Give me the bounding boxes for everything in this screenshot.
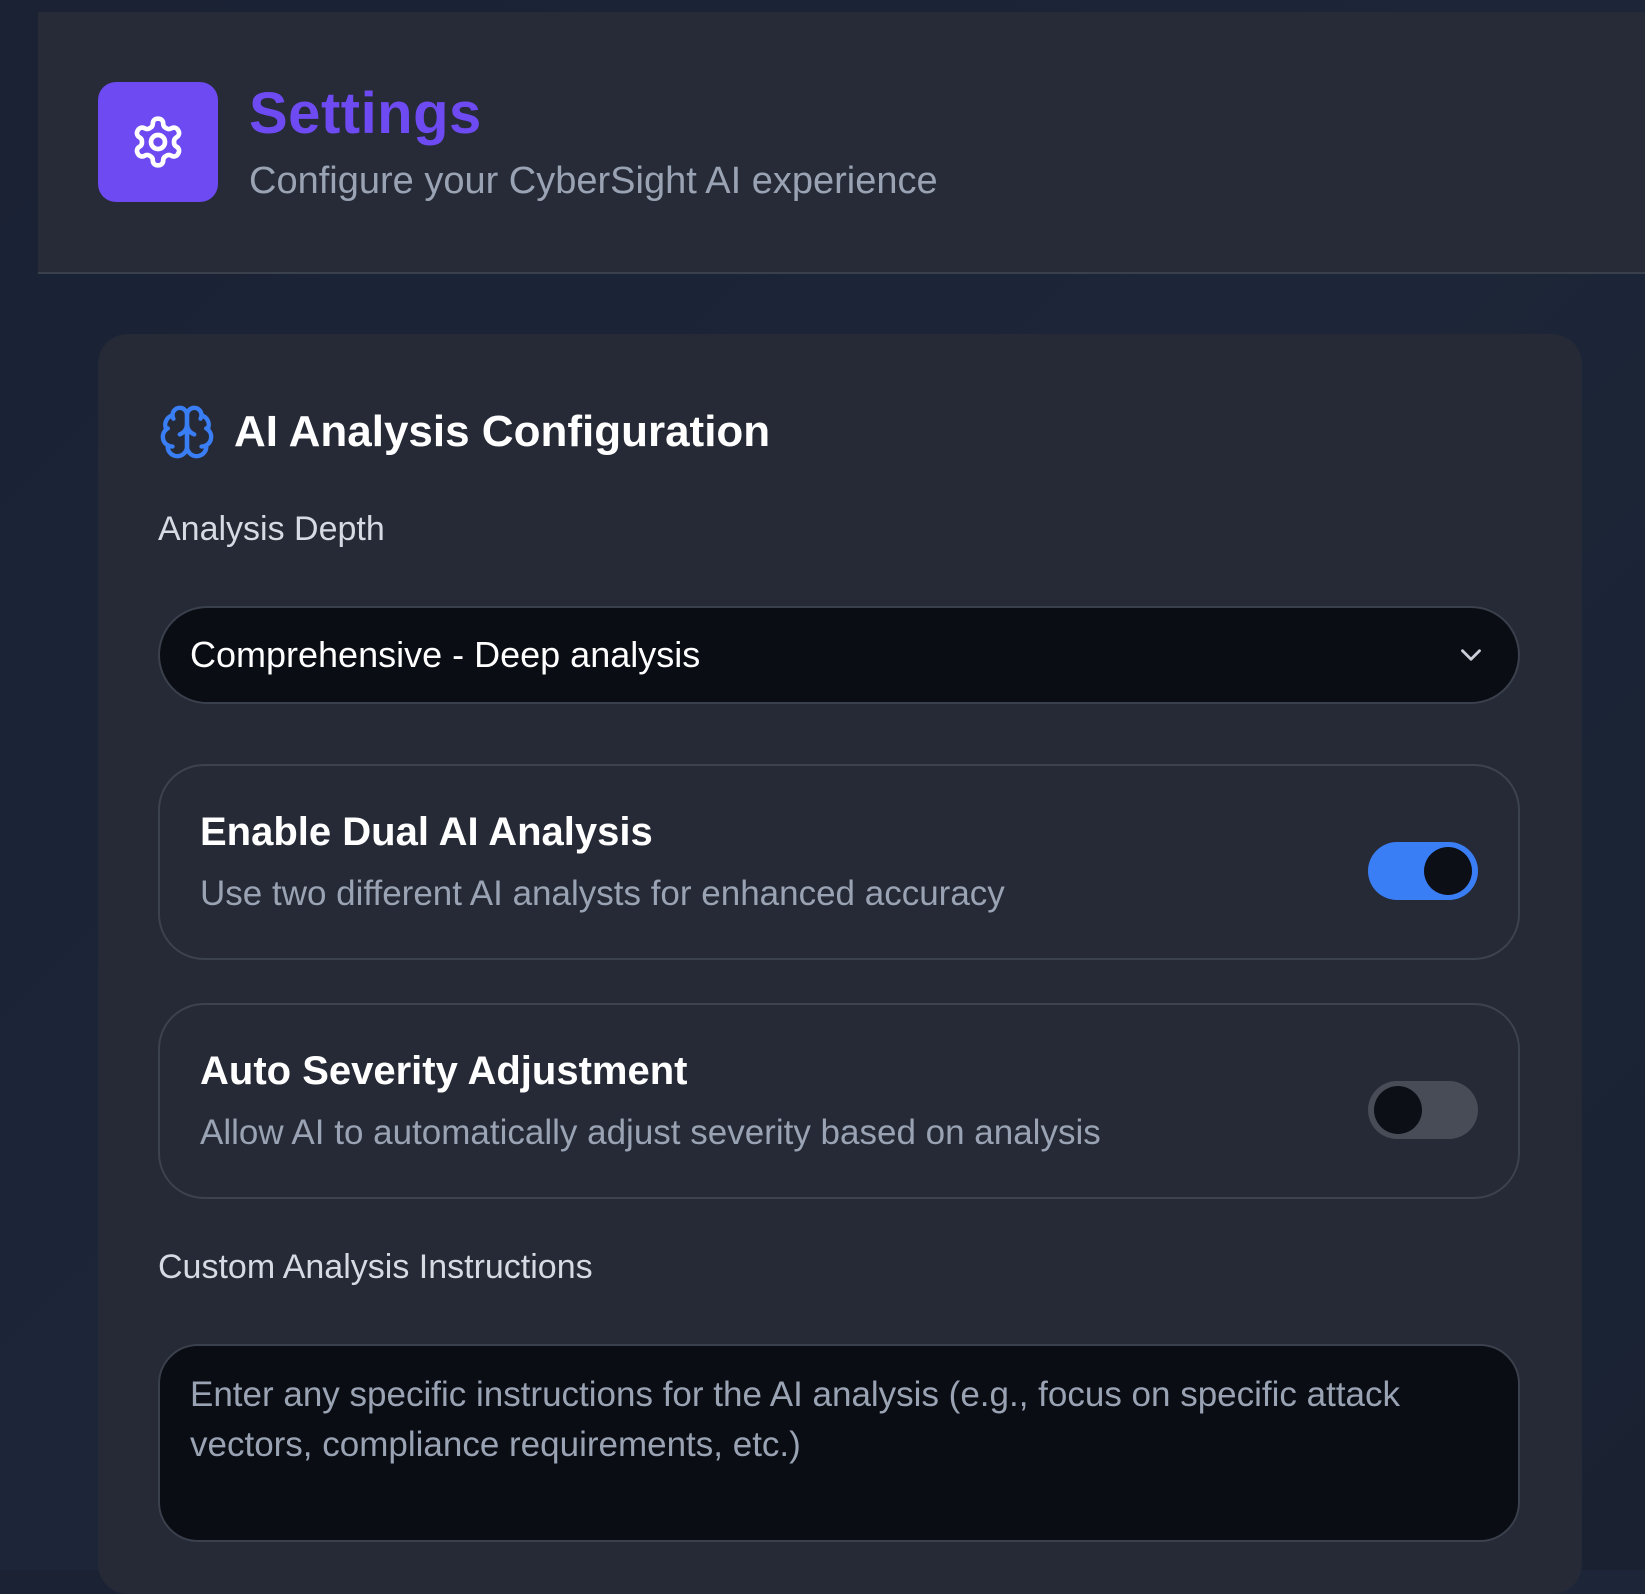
card-header: AI Analysis Configuration (158, 402, 770, 462)
custom-instructions-label: Custom Analysis Instructions (158, 1248, 593, 1286)
brain-icon (160, 405, 214, 459)
toggle-knob (1374, 1086, 1422, 1134)
analysis-depth-label: Analysis Depth (158, 510, 385, 548)
analysis-depth-value: Comprehensive - Deep analysis (190, 634, 701, 675)
auto-severity-description: Allow AI to automatically adjust severit… (200, 1113, 1101, 1152)
custom-instructions-textarea[interactable] (158, 1344, 1520, 1542)
toggle-knob (1424, 847, 1472, 895)
dual-ai-toggle[interactable] (1368, 842, 1478, 900)
page-header: Settings Configure your CyberSight AI ex… (38, 12, 1645, 274)
dual-ai-description: Use two different AI analysts for enhanc… (200, 874, 1005, 913)
chevron-down-icon (1461, 649, 1481, 661)
page-subtitle: Configure your CyberSight AI experience (249, 160, 938, 202)
ai-analysis-config-card: AI Analysis Configuration Analysis Depth… (98, 334, 1582, 1594)
dual-ai-toggle-row: Enable Dual AI Analysis Use two differen… (158, 764, 1520, 960)
analysis-depth-select[interactable]: Comprehensive - Deep analysis (158, 606, 1520, 704)
dual-ai-title: Enable Dual AI Analysis (200, 810, 653, 854)
settings-header-icon (98, 82, 218, 202)
auto-severity-toggle-row: Auto Severity Adjustment Allow AI to aut… (158, 1003, 1520, 1199)
auto-severity-title: Auto Severity Adjustment (200, 1049, 688, 1093)
auto-severity-toggle[interactable] (1368, 1081, 1478, 1139)
gear-icon (134, 116, 182, 168)
card-title: AI Analysis Configuration (234, 407, 771, 456)
page-title: Settings (249, 81, 482, 146)
